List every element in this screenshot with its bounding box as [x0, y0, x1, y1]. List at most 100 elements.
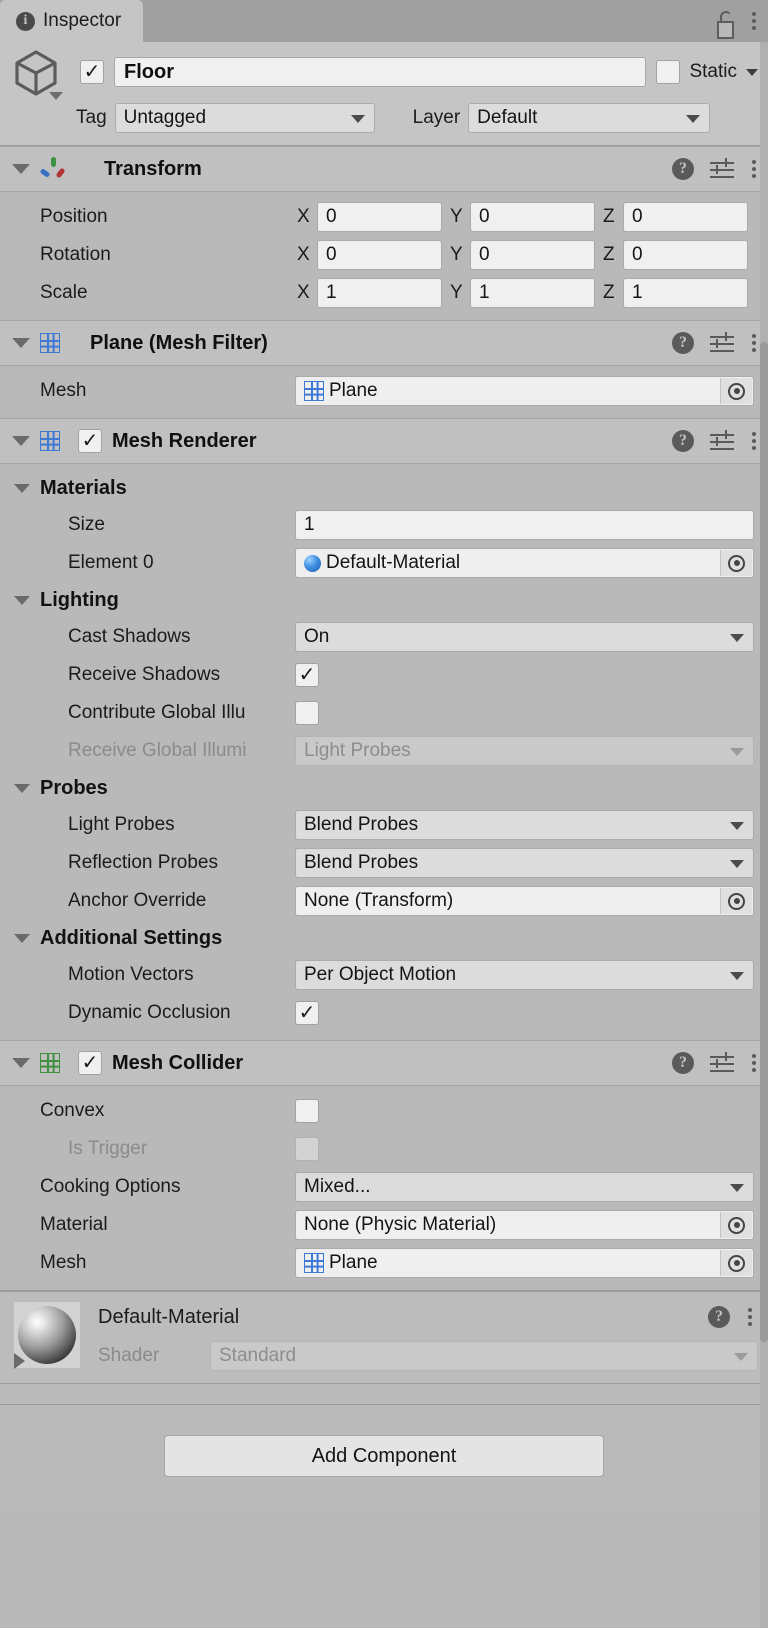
object-picker-icon[interactable] — [720, 888, 752, 914]
light-probes-row: Light Probes Blend Probes — [0, 806, 768, 844]
help-icon[interactable]: ? — [672, 158, 694, 180]
scale-x-input[interactable]: 1 — [317, 278, 442, 308]
foldout-arrow-icon[interactable] — [12, 164, 30, 174]
reflection-probes-dropdown[interactable]: Blend Probes — [295, 848, 754, 878]
help-icon[interactable]: ? — [708, 1306, 730, 1328]
object-picker-icon[interactable] — [720, 550, 752, 576]
chevron-down-icon — [686, 115, 700, 123]
receive-shadows-checkbox[interactable] — [295, 663, 319, 687]
cast-shadows-dropdown[interactable]: On — [295, 622, 754, 652]
gameobject-name-input[interactable]: Floor — [114, 57, 646, 87]
static-dropdown-icon[interactable] — [746, 69, 758, 76]
reflection-probes-row: Reflection Probes Blend Probes — [0, 844, 768, 882]
preset-icon[interactable] — [710, 430, 734, 452]
object-picker-icon[interactable] — [720, 1212, 752, 1238]
position-z-input[interactable]: 0 — [623, 202, 748, 232]
foldout-arrow-icon[interactable] — [12, 436, 30, 446]
tab-inspector[interactable]: i Inspector — [0, 0, 143, 42]
foldout-arrow-icon[interactable] — [14, 596, 30, 605]
kebab-menu-icon[interactable] — [750, 332, 758, 354]
additional-settings-section-header[interactable]: Additional Settings — [0, 920, 768, 956]
gameobject-header: Floor Static Tag Untagged Layer Default — [0, 42, 768, 146]
component-header-transform[interactable]: Transform ? — [0, 146, 768, 192]
dynamic-occlusion-label: Dynamic Occlusion — [0, 1002, 295, 1024]
help-icon[interactable]: ? — [672, 430, 694, 452]
kebab-menu-icon[interactable] — [746, 1306, 754, 1328]
component-header-mesh-filter[interactable]: Plane (Mesh Filter) ? — [0, 320, 768, 366]
kebab-menu-icon[interactable] — [750, 158, 758, 180]
object-picker-icon[interactable] — [720, 1250, 752, 1276]
mesh-value: Plane — [329, 380, 378, 402]
foldout-arrow-icon[interactable] — [12, 1058, 30, 1068]
help-icon[interactable]: ? — [672, 332, 694, 354]
size-label: Size — [0, 514, 295, 536]
collider-material-field[interactable]: None (Physic Material) — [295, 1210, 754, 1240]
mesh-renderer-enabled-checkbox[interactable] — [78, 429, 102, 453]
anchor-override-field[interactable]: None (Transform) — [295, 886, 754, 916]
mesh-grid-icon — [304, 381, 324, 401]
chevron-down-icon — [734, 1353, 748, 1361]
rotation-x-input[interactable]: 0 — [317, 240, 442, 270]
mesh-object-field[interactable]: Plane — [295, 376, 754, 406]
static-checkbox[interactable] — [656, 60, 680, 84]
foldout-arrow-icon[interactable] — [14, 484, 30, 493]
shader-dropdown[interactable]: Standard — [210, 1341, 758, 1371]
add-component-button[interactable]: Add Component — [164, 1435, 604, 1477]
foldout-arrow-icon[interactable] — [14, 934, 30, 943]
convex-checkbox[interactable] — [295, 1099, 319, 1123]
preset-icon[interactable] — [710, 158, 734, 180]
object-picker-icon[interactable] — [720, 378, 752, 404]
component-header-mesh-renderer[interactable]: Mesh Renderer ? — [0, 418, 768, 464]
contribute-gi-checkbox[interactable] — [295, 701, 319, 725]
scale-y-input[interactable]: 1 — [470, 278, 595, 308]
vertical-scrollbar[interactable] — [760, 42, 768, 1628]
lock-open-icon[interactable] — [716, 10, 736, 32]
cooking-options-dropdown[interactable]: Mixed... — [295, 1172, 754, 1202]
materials-size-input[interactable]: 1 — [295, 510, 754, 540]
chevron-down-icon — [730, 634, 744, 642]
position-x-input[interactable]: 0 — [317, 202, 442, 232]
foldout-arrow-icon[interactable] — [12, 338, 30, 348]
transform-scale-row: Scale X 1 Y 1 Z 1 — [0, 274, 768, 312]
preset-icon[interactable] — [710, 332, 734, 354]
kebab-menu-icon[interactable] — [750, 1052, 758, 1074]
foldout-arrow-icon[interactable] — [14, 784, 30, 793]
help-icon[interactable]: ? — [672, 1052, 694, 1074]
probes-section-header[interactable]: Probes — [0, 770, 768, 806]
mesh-collider-icon — [40, 1053, 60, 1073]
receive-shadows-row: Receive Shadows — [0, 656, 768, 694]
element0-object-field[interactable]: Default-Material — [295, 548, 754, 578]
component-header-mesh-collider[interactable]: Mesh Collider ? — [0, 1040, 768, 1086]
anchor-override-row: Anchor Override None (Transform) — [0, 882, 768, 920]
cube-icon[interactable] — [10, 46, 70, 98]
kebab-menu-icon[interactable] — [750, 430, 758, 452]
scale-z-input[interactable]: 1 — [623, 278, 748, 308]
scrollbar-thumb[interactable] — [760, 342, 768, 1342]
convex-row: Convex — [0, 1092, 768, 1130]
kebab-menu-icon[interactable] — [750, 10, 758, 32]
motion-vectors-dropdown[interactable]: Per Object Motion — [295, 960, 754, 990]
panel-divider — [0, 1383, 768, 1405]
collider-mesh-field[interactable]: Plane — [295, 1248, 754, 1278]
contribute-gi-row: Contribute Global Illu — [0, 694, 768, 732]
chevron-down-icon — [730, 748, 744, 756]
axis-y-label: Y — [448, 244, 470, 266]
gameobject-enabled-checkbox[interactable] — [80, 60, 104, 84]
position-y-input[interactable]: 0 — [470, 202, 595, 232]
reflection-probes-label: Reflection Probes — [0, 852, 295, 874]
transform-rotation-row: Rotation X 0 Y 0 Z 0 — [0, 236, 768, 274]
axis-z-label: Z — [601, 206, 623, 228]
rotation-y-input[interactable]: 0 — [470, 240, 595, 270]
mesh-collider-enabled-checkbox[interactable] — [78, 1051, 102, 1075]
axis-y-label: Y — [448, 206, 470, 228]
materials-section-header[interactable]: Materials — [0, 470, 768, 506]
layer-dropdown[interactable]: Default — [468, 103, 710, 133]
preset-icon[interactable] — [710, 1052, 734, 1074]
rotation-z-input[interactable]: 0 — [623, 240, 748, 270]
dynamic-occlusion-checkbox[interactable] — [295, 1001, 319, 1025]
lighting-section-header[interactable]: Lighting — [0, 582, 768, 618]
tag-dropdown[interactable]: Untagged — [115, 103, 375, 133]
expand-triangle-icon[interactable] — [14, 1353, 25, 1369]
collider-mesh-label: Mesh — [0, 1252, 295, 1274]
light-probes-dropdown[interactable]: Blend Probes — [295, 810, 754, 840]
